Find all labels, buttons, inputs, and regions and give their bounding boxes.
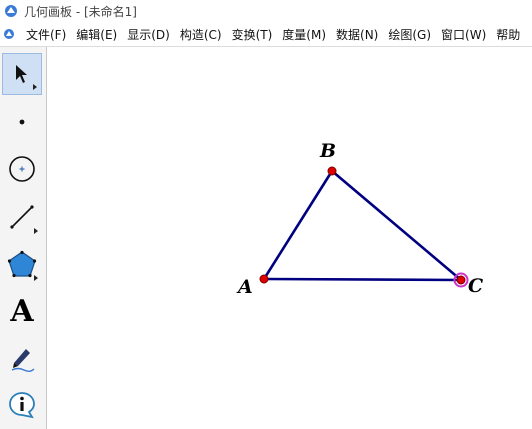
straightedge-tool[interactable] (2, 196, 42, 238)
polygon-icon (7, 250, 37, 278)
figure-svg[interactable] (47, 47, 532, 429)
point-a-label[interactable]: A (238, 276, 253, 298)
menu-file[interactable]: 文件(F) (21, 26, 71, 43)
window-title: 几何画板 - [未命名1] (24, 4, 137, 19)
arrow-icon (16, 65, 27, 83)
segment-icon (10, 205, 34, 229)
marker-icon (11, 349, 35, 372)
more-tools-indicator (34, 275, 38, 281)
point-c-label[interactable]: C (468, 275, 483, 297)
menu-construct[interactable]: 构造(C) (175, 26, 227, 43)
more-tools-indicator (34, 228, 38, 234)
information-tool[interactable] (2, 384, 42, 426)
arrow-tool[interactable] (2, 53, 42, 95)
text-tool[interactable]: A (2, 290, 42, 332)
point-b-label[interactable]: B (320, 140, 336, 162)
menu-window[interactable]: 窗口(W) (436, 26, 491, 43)
title-bar: 几何画板 - [未命名1] (0, 0, 532, 22)
menu-transform[interactable]: 变换(T) (227, 26, 278, 43)
info-icon (9, 392, 35, 419)
menu-edit[interactable]: 编辑(E) (71, 26, 122, 43)
document-icon[interactable] (3, 28, 15, 40)
point-icon (19, 119, 25, 125)
point-b[interactable] (327, 166, 337, 176)
toolbox: A (0, 47, 47, 429)
segment-bc[interactable] (330, 169, 463, 282)
menu-graph[interactable]: 绘图(G) (383, 26, 436, 43)
point-a[interactable] (259, 274, 269, 284)
menu-display[interactable]: 显示(D) (122, 26, 175, 43)
text-icon: A (10, 293, 34, 329)
circle-icon (9, 156, 35, 182)
point-c[interactable] (456, 275, 466, 285)
more-tools-indicator (33, 84, 37, 90)
polygon-tool[interactable] (2, 243, 42, 285)
compass-tool[interactable] (2, 148, 42, 190)
segment-ac[interactable] (262, 277, 463, 282)
point-tool[interactable] (2, 101, 42, 143)
menu-measure[interactable]: 度量(M) (277, 26, 331, 43)
menu-help[interactable]: 帮助 (491, 26, 525, 43)
app-icon (5, 5, 17, 17)
drawing-canvas[interactable]: A B C (47, 47, 532, 429)
segment-ab[interactable] (262, 169, 334, 281)
menu-bar: 文件(F) 编辑(E) 显示(D) 构造(C) 变换(T) 度量(M) 数据(N… (0, 22, 532, 47)
marker-tool[interactable] (2, 337, 42, 379)
menu-data[interactable]: 数据(N) (331, 26, 383, 43)
